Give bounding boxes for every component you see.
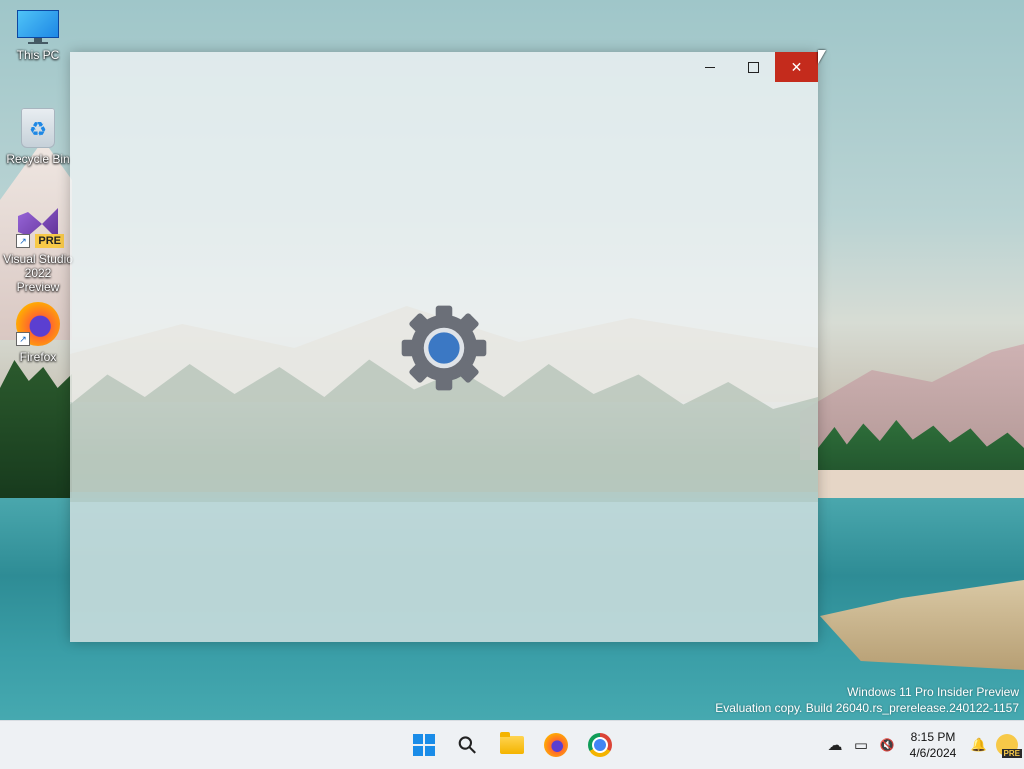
cloud-icon: ☁ [827,737,843,754]
search-icon: ⚲ [452,729,484,761]
clock-time: 8:15 PM [910,730,956,744]
system-tray: ☁ ▭ 🔇 8:15 PM 4/6/2024 🔔 PRE [822,721,1024,769]
window-titlebar[interactable]: ✕ [70,52,818,82]
maximize-icon [747,61,759,73]
onedrive-button[interactable]: ☁ [822,732,848,758]
watermark-line-2: Evaluation copy. Build 26040.rs_prerelea… [715,701,1019,715]
mouse-cursor [818,50,826,64]
chrome-icon [588,733,612,757]
desktop-icon-firefox[interactable]: ↗ Firefox [2,302,74,364]
notification-bell-icon: 🔔 [970,737,988,752]
desktop-icon-label: Recycle Bin [6,152,70,166]
start-button[interactable] [406,727,442,763]
notifications-button[interactable]: 🔔 [966,732,992,758]
network-icon: ▭ [853,737,869,754]
desktop-icon-label: Firefox [19,350,57,364]
desktop-icon-label: Visual Studio 2022 Preview [3,252,73,294]
desktop-icon-this-pc[interactable]: This PC [2,10,74,62]
clock[interactable]: 8:15 PM 4/6/2024 [904,729,962,761]
close-button[interactable]: ✕ [775,52,818,82]
chrome-taskbar-button[interactable] [582,727,618,763]
settings-window[interactable]: ✕ [70,52,818,642]
maximize-button[interactable] [731,52,775,82]
clock-date: 4/6/2024 [909,746,957,760]
os-watermark: Windows 11 Pro Insider Preview Evaluatio… [715,684,1019,716]
firefox-icon [544,733,568,757]
preview-badge: PRE [35,234,64,248]
search-button[interactable]: ⚲ [450,727,486,763]
shortcut-arrow-icon: ↗ [16,332,30,346]
shortcut-arrow-icon: ↗ [16,234,30,248]
volume-button[interactable]: 🔇 [874,732,900,758]
start-icon [413,734,435,756]
file-explorer-icon [500,732,524,754]
watermark-line-1: Windows 11 Pro Insider Preview [847,685,1019,699]
minimize-button[interactable] [688,52,732,82]
visual-studio-icon: PRE ↗ [16,204,64,248]
minimize-icon [705,66,715,68]
file-explorer-button[interactable] [494,727,530,763]
taskbar-apps: ⚲ [406,727,618,763]
recycle-bin-icon: ♻ [21,108,55,148]
computer-icon [17,10,59,44]
firefox-taskbar-button[interactable] [538,727,574,763]
wallpaper-trees-left [0,360,72,500]
firefox-icon: ↗ [16,302,60,346]
gear-icon [401,305,487,391]
wallpaper-shore [818,470,1024,500]
preview-badge: PRE [1001,749,1022,758]
desktop-icon-label: This PC [16,48,60,62]
network-button[interactable]: ▭ [848,732,874,758]
close-icon: ✕ [790,58,803,75]
insider-preview-button[interactable]: PRE [996,734,1022,758]
volume-muted-icon: 🔇 [879,738,895,752]
desktop-icon-visual-studio[interactable]: PRE ↗ Visual Studio 2022 Preview [2,204,74,294]
taskbar: ⚲ ☁ ▭ 🔇 8:15 PM 4/6/2024 🔔 PRE [0,720,1024,769]
desktop-icon-recycle-bin[interactable]: ♻ Recycle Bin [2,108,74,166]
